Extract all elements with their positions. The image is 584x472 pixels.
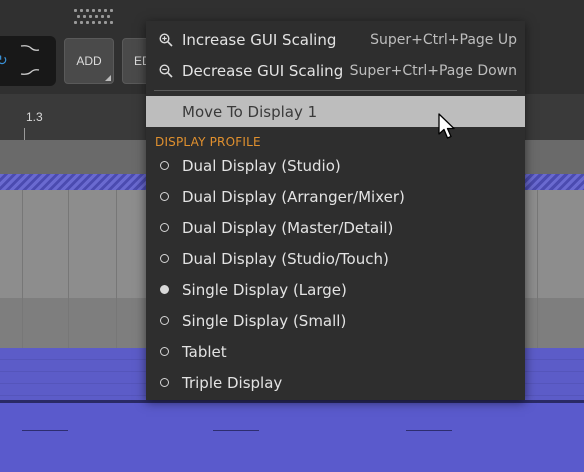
menu-item-profile[interactable]: Dual Display (Studio)	[146, 150, 525, 181]
radio-selected-icon	[160, 285, 169, 294]
curve-down-icon	[20, 69, 40, 75]
grid-line	[22, 190, 23, 348]
clip-line	[213, 430, 259, 431]
add-button[interactable]: ADD	[64, 38, 114, 84]
menu-item-label: Move To Display 1	[182, 103, 318, 121]
ruler-marker: 1.3	[26, 110, 43, 124]
menu-item-label: Dual Display (Studio)	[182, 157, 341, 175]
menu-separator	[154, 90, 517, 91]
menu-item-increase-gui-scaling[interactable]: Increase GUI Scaling Super+Ctrl+Page Up	[146, 24, 525, 55]
menu-item-label: Decrease GUI Scaling	[182, 62, 344, 80]
radio-icon	[160, 161, 169, 170]
zoom-out-icon	[159, 64, 173, 78]
menu-item-shortcut: Super+Ctrl+Page Down	[349, 63, 517, 79]
menu-item-profile[interactable]: Tablet	[146, 336, 525, 367]
audio-clip[interactable]	[0, 403, 584, 472]
menu-item-label: Dual Display (Studio/Touch)	[182, 250, 389, 268]
radio-icon	[160, 378, 169, 387]
radio-icon	[160, 192, 169, 201]
clip-line	[22, 430, 68, 431]
add-button-label: ADD	[76, 54, 102, 68]
menu-item-label: Single Display (Large)	[182, 281, 347, 299]
ruler-tick	[24, 128, 25, 140]
menu-item-label: Increase GUI Scaling	[182, 31, 337, 49]
section-heading-display-profile: DISPLAY PROFILE	[155, 135, 261, 149]
clip-line	[406, 430, 452, 431]
zoom-in-icon	[159, 33, 173, 47]
menu-item-move-to-display[interactable]: Move To Display 1	[146, 96, 525, 127]
corner-arrow-icon	[105, 75, 111, 81]
grid-line	[68, 190, 69, 348]
menu-item-shortcut: Super+Ctrl+Page Up	[370, 32, 517, 48]
loop-mode-panel[interactable]: ↻	[0, 36, 56, 86]
radio-icon	[160, 316, 169, 325]
loop-icon: ↻	[0, 53, 8, 69]
menu-item-profile[interactable]: Dual Display (Studio/Touch)	[146, 243, 525, 274]
menu-item-label: Dual Display (Arranger/Mixer)	[182, 188, 405, 206]
menu-item-label: Tablet	[182, 343, 227, 361]
menu-item-profile[interactable]: Single Display (Small)	[146, 305, 525, 336]
grid-line	[537, 190, 538, 348]
menu-item-profile[interactable]: Single Display (Large)	[146, 274, 525, 305]
mouse-pointer-icon	[438, 113, 455, 139]
menu-item-decrease-gui-scaling[interactable]: Decrease GUI Scaling Super+Ctrl+Page Dow…	[146, 55, 525, 86]
menu-item-profile[interactable]: Dual Display (Master/Detail)	[146, 212, 525, 243]
drag-grip-icon[interactable]	[74, 9, 118, 27]
radio-icon	[160, 347, 169, 356]
display-context-menu: Increase GUI Scaling Super+Ctrl+Page Up …	[146, 21, 525, 400]
menu-item-label: Dual Display (Master/Detail)	[182, 219, 394, 237]
radio-icon	[160, 223, 169, 232]
grid-line	[116, 190, 117, 348]
radio-icon	[160, 254, 169, 263]
menu-item-label: Single Display (Small)	[182, 312, 347, 330]
curve-up-icon	[20, 45, 40, 51]
menu-item-profile[interactable]: Triple Display	[146, 367, 525, 398]
menu-item-label: Triple Display	[182, 374, 283, 392]
menu-item-profile[interactable]: Dual Display (Arranger/Mixer)	[146, 181, 525, 212]
